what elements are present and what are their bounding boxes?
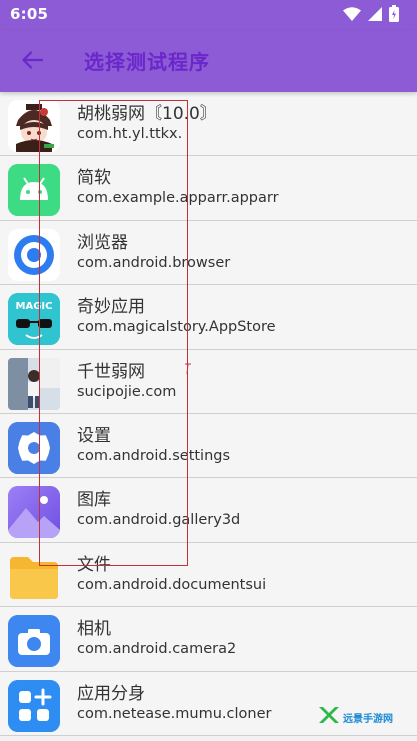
app-list-item[interactable]: 千世弱网 sucipojie.com <box>0 349 417 414</box>
gallery-icon <box>8 486 60 539</box>
app-package: com.android.browser <box>77 254 231 271</box>
app-package: com.ht.yl.ttkx. <box>77 126 183 142</box>
app-name: 文件 <box>77 554 111 575</box>
wifi-icon <box>343 6 361 25</box>
hutao-avatar-icon <box>8 100 60 152</box>
signal-icon <box>368 6 382 25</box>
app-name: 千世弱网 <box>77 361 145 382</box>
app-package: com.android.settings <box>77 447 231 464</box>
app-name: 图库 <box>77 490 111 511</box>
magic-label: MAGIC <box>16 301 53 312</box>
page-title: 选择测试程序 <box>84 50 210 74</box>
app-name: 胡桃弱网〘10.0〙 <box>77 104 217 124</box>
browser-icon <box>8 228 60 281</box>
watermark: 远景手游网 <box>318 706 413 728</box>
android-robot-icon <box>8 164 60 217</box>
app-package: com.android.camera2 <box>77 641 237 658</box>
settings-gear-icon <box>8 421 60 474</box>
battery-icon <box>389 4 399 26</box>
app-list-item[interactable]: MAGIC 奇妙应用 com.magicalstory.AppStore <box>0 285 417 350</box>
watermark-text: 远景手游网 <box>343 713 393 725</box>
app-package: com.magicalstory.AppStore <box>77 319 276 336</box>
app-package: com.netease.mumu.cloner <box>77 705 272 722</box>
app-name: 应用分身 <box>77 683 145 704</box>
app-package: com.example.apparr.apparr <box>77 190 279 207</box>
app-cloner-icon <box>8 679 60 732</box>
magic-store-icon: MAGIC <box>8 293 60 346</box>
arrow-left-icon <box>21 51 44 73</box>
app-package: sucipojie.com <box>77 383 177 400</box>
app-name: 设置 <box>77 425 111 446</box>
status-icons <box>343 4 399 26</box>
app-list-item[interactable]: 相机 com.android.camera2 <box>0 607 417 672</box>
photo-avatar-icon <box>8 357 60 410</box>
app-list: 胡桃弱网〘10.0〙 com.ht.yl.ttkx. 简软 com.exampl… <box>0 92 417 741</box>
app-package: com.android.documentsui <box>77 576 267 593</box>
watermark-logo-icon <box>318 705 340 729</box>
app-list-item[interactable]: 胡桃弱网〘10.0〙 com.ht.yl.ttkx. <box>0 92 417 157</box>
app-list-item[interactable]: 文件 com.android.documentsui <box>0 542 417 608</box>
app-package: com.android.gallery3d <box>77 512 241 529</box>
app-list-item[interactable]: 浏览器 com.android.browser <box>0 220 417 286</box>
app-list-item[interactable]: 设置 com.android.settings <box>0 413 417 479</box>
back-button[interactable] <box>12 42 52 82</box>
app-bar: 选择测试程序 <box>0 30 417 92</box>
app-list-item[interactable]: 图库 com.android.gallery3d <box>0 478 417 543</box>
folder-icon <box>8 551 60 603</box>
app-name: 浏览器 <box>77 232 128 253</box>
app-name: 相机 <box>77 619 111 640</box>
app-name: 简软 <box>77 168 111 189</box>
status-bar: 6:05 <box>0 0 417 30</box>
app-list-item[interactable]: 简软 com.example.apparr.apparr <box>0 156 417 221</box>
app-name: 奇妙应用 <box>77 297 145 318</box>
camera-icon <box>8 615 60 668</box>
status-time: 6:05 <box>10 5 49 23</box>
